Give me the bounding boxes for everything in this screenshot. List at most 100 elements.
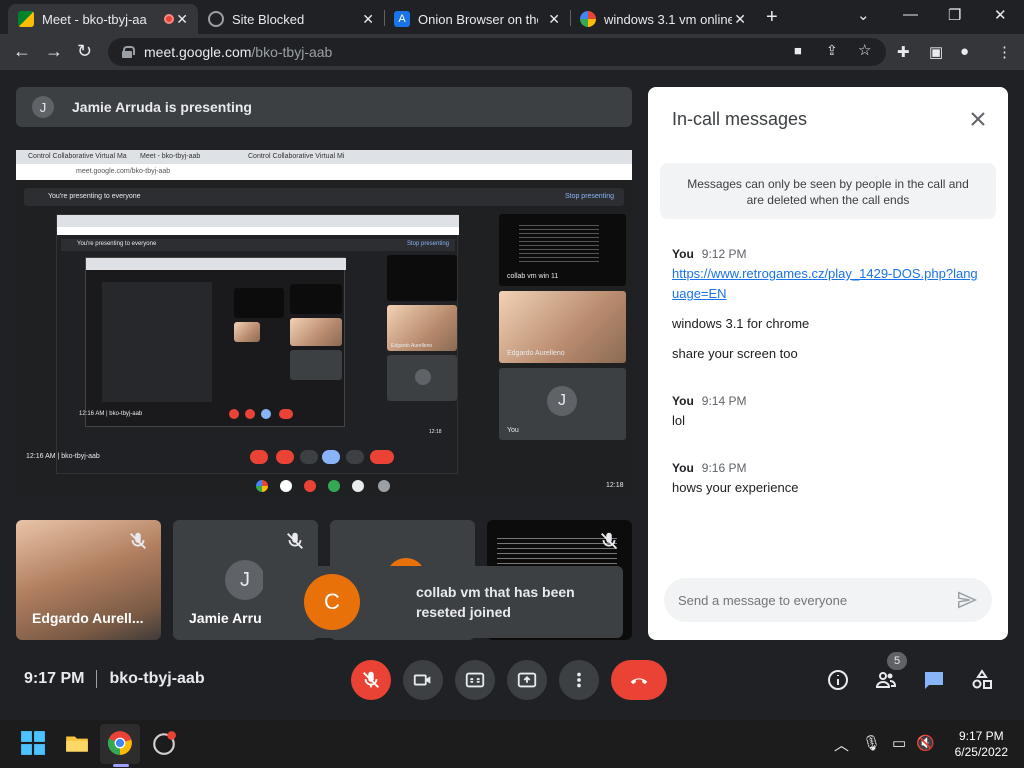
shared-presenting-text: You're presenting to everyone — [48, 193, 141, 200]
tab-onion-browser[interactable]: A Onion Browser on the ✕ — [384, 4, 570, 34]
shared-youtube-icon — [304, 480, 316, 492]
activities-button[interactable] — [968, 666, 996, 694]
minimize-button[interactable]: — — [903, 6, 918, 23]
system-clock[interactable]: 9:17 PM 6/25/2022 — [955, 728, 1008, 760]
back-button[interactable]: ← — [13, 41, 31, 62]
meeting-code: bko-tbyj-aab — [109, 670, 205, 687]
file-explorer-icon[interactable] — [64, 730, 92, 758]
shared-url: meet.google.com/bko-tbyj-aab — [76, 168, 171, 175]
deeper-video-tile — [234, 322, 260, 342]
meeting-info-button[interactable] — [824, 666, 852, 694]
shared-mic-button — [250, 450, 268, 464]
message-header: You 9:12 PM — [672, 247, 982, 261]
close-icon — [971, 112, 985, 126]
new-tab-button[interactable]: + — [766, 6, 778, 29]
microphone-icon[interactable]: 🎙 — [862, 734, 881, 752]
meeting-time: 9:17 PM — [24, 670, 85, 687]
nested-avatar-tile — [387, 355, 457, 401]
participant-avatar: J — [225, 560, 265, 600]
send-button[interactable] — [956, 589, 978, 611]
message-text: share your screen too — [672, 346, 798, 361]
mic-toggle-button[interactable] — [351, 660, 391, 700]
network-icon[interactable]: ▭ — [892, 734, 906, 752]
mic-off-icon — [598, 530, 620, 552]
camera-in-use-icon[interactable]: ■ — [794, 43, 802, 58]
message-link[interactable]: https://www.retrogames.cz/play_1429-DOS.… — [672, 266, 978, 301]
close-tab-icon[interactable]: ✕ — [362, 11, 374, 28]
message-sender: You — [672, 394, 694, 408]
message-text: https://www.retrogames.cz/play_1429-DOS.… — [672, 264, 982, 304]
nested-meeting-info: 12:16 AM | bko-tbyj-aab — [79, 411, 143, 417]
chrome-icon[interactable] — [107, 730, 135, 758]
people-button[interactable] — [872, 666, 900, 694]
shared-presenting-bar: You're presenting to everyone Stop prese… — [24, 188, 624, 206]
globe-icon — [208, 11, 224, 27]
close-tab-icon[interactable]: ✕ — [176, 11, 188, 28]
shared-gmail-icon — [280, 480, 292, 492]
maximize-button[interactable]: ❐ — [948, 6, 961, 24]
address-bar[interactable]: meet.google.com/bko-tbyj-aab ■ ⇪ ☆ — [108, 38, 886, 66]
shared-app-icon — [352, 480, 364, 492]
divider — [96, 670, 98, 688]
shared-address-bar: meet.google.com/bko-tbyj-aab — [16, 164, 632, 180]
nested-video-tile: Edgardo Aurelleno — [387, 305, 457, 351]
menu-icon[interactable]: ⋮ — [997, 43, 1012, 61]
joiner-avatar: C — [304, 574, 360, 630]
share-icon[interactable]: ⇪ — [826, 42, 838, 59]
forward-button[interactable]: → — [45, 41, 63, 62]
tab-search-icon[interactable]: ⌄ — [857, 6, 870, 24]
present-screen-button[interactable] — [507, 660, 547, 700]
close-panel-button[interactable] — [966, 107, 990, 131]
windows-start-icon[interactable] — [20, 730, 48, 758]
shared-tile-label: collab vm win 11 — [507, 273, 559, 280]
deeper-terminal-tile — [290, 284, 342, 314]
hang-up-icon — [630, 678, 648, 685]
chat-notice: Messages can only be seen by people in t… — [660, 163, 996, 219]
deeper-tab-strip — [86, 258, 346, 270]
camera-toggle-button[interactable] — [403, 660, 443, 700]
participant-name: Jamie Arru — [189, 610, 262, 626]
nested-clock: 12:18 — [429, 429, 442, 435]
deeper-video-tile — [290, 318, 342, 346]
participant-name: Edgardo Aurell... — [32, 610, 144, 626]
captions-button[interactable] — [455, 660, 495, 700]
tab-windows-vm[interactable]: windows 3.1 vm online ✕ — [570, 4, 756, 34]
chat-button[interactable] — [920, 666, 948, 694]
nested-avatar — [415, 369, 431, 385]
tab-title: Site Blocked — [232, 11, 305, 27]
participant-tile-edgardo[interactable]: Edgardo Aurell... — [16, 520, 161, 640]
mic-off-icon — [284, 530, 306, 552]
nested-address-bar — [57, 227, 459, 235]
nested-tab-strip — [57, 215, 459, 227]
app-store-icon: A — [394, 11, 410, 27]
shared-present-button — [322, 450, 340, 464]
message-input[interactable] — [678, 590, 938, 610]
volume-muted-icon[interactable]: 🔇 — [916, 734, 935, 752]
browser-tab-bar: Meet - bko-tbyj-aa ✕ Site Blocked ✕ A On… — [0, 0, 1024, 34]
join-message: collab vm that has been reseted joined — [416, 584, 575, 620]
close-tab-icon[interactable]: ✕ — [734, 11, 746, 28]
message-group: You 9:16 PM hows your experience — [672, 461, 982, 508]
reload-button[interactable]: ↻ — [77, 41, 92, 62]
presenting-banner: J Jamie Arruda is presenting — [16, 87, 632, 127]
deeper-terminal-tile — [234, 288, 284, 318]
bookmark-star-icon[interactable]: ☆ — [858, 41, 871, 59]
close-window-button[interactable]: ✕ — [994, 6, 1007, 24]
chat-panel: In-call messages Messages can only be se… — [648, 87, 1008, 640]
chat-icon — [925, 672, 943, 689]
nested-stop-text: Stop presenting — [406, 241, 449, 247]
side-panel-icon[interactable]: ▣ — [929, 43, 943, 61]
message-group: You 9:14 PM lol — [672, 394, 982, 441]
show-hidden-icons-button[interactable]: ︿ — [834, 734, 849, 755]
tab-meet[interactable]: Meet - bko-tbyj-aa ✕ — [8, 4, 198, 34]
app-icon[interactable] — [151, 730, 179, 758]
shared-stop-text: Stop presenting — [564, 193, 614, 200]
leave-call-button[interactable] — [611, 660, 667, 700]
tab-site-blocked[interactable]: Site Blocked ✕ — [198, 4, 384, 34]
shared-avatar: J — [547, 386, 577, 416]
extensions-icon[interactable]: ✚ — [897, 43, 910, 61]
more-options-button[interactable] — [559, 660, 599, 700]
message-header: You 9:14 PM — [672, 394, 982, 408]
profile-icon[interactable]: ● — [960, 43, 969, 60]
close-tab-icon[interactable]: ✕ — [548, 11, 560, 28]
